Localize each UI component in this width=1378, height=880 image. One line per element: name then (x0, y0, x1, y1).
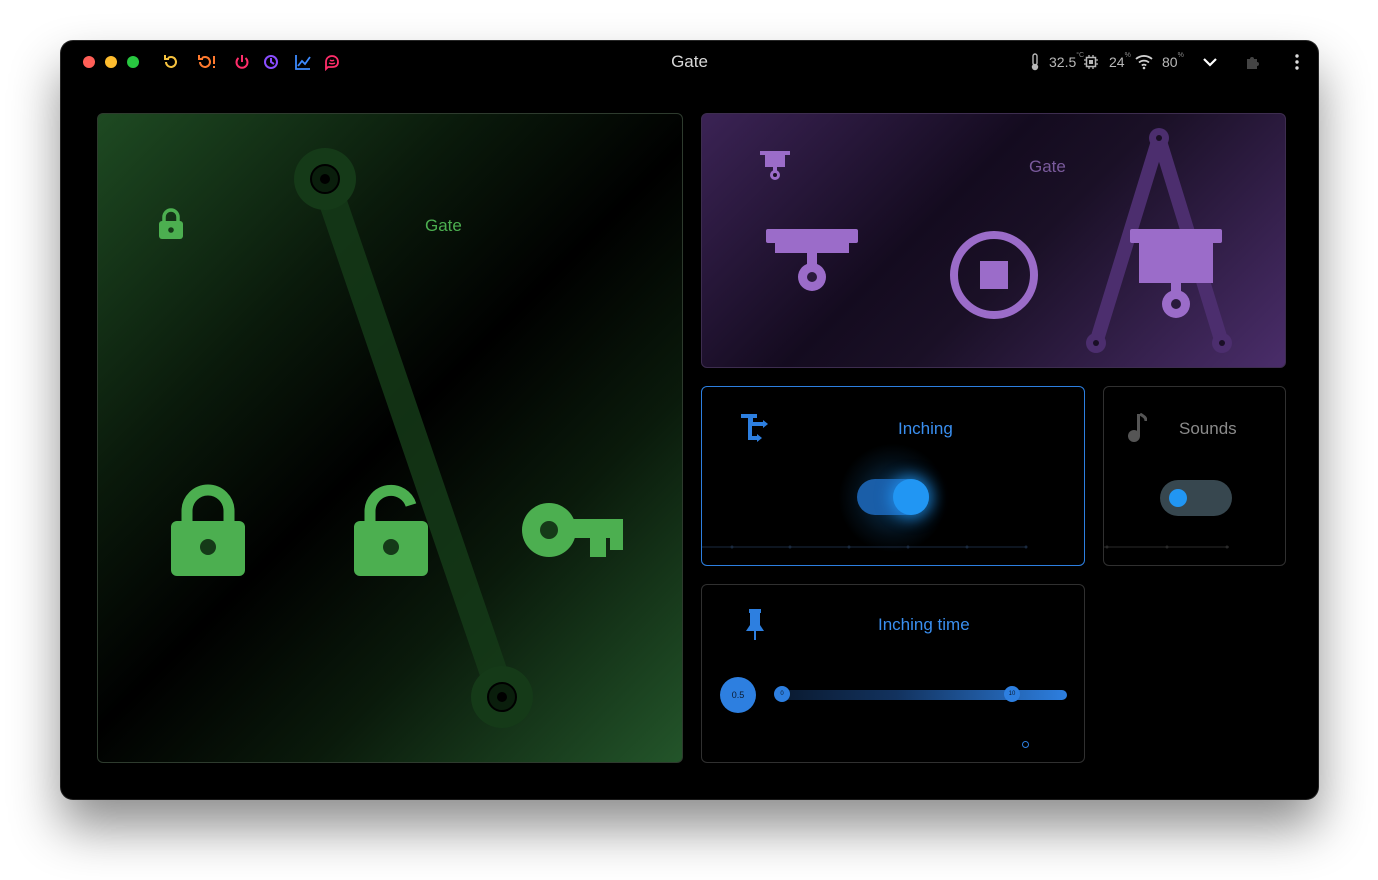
inching-time-value: 0.5 (731, 690, 745, 700)
temperature-value: 32.5 (1049, 54, 1077, 70)
key-button[interactable] (522, 502, 624, 565)
title-bar: Gate 32.5°C 24% 80% (61, 41, 1318, 83)
gate-card: Gate (701, 113, 1286, 368)
gate-state-icon (760, 151, 790, 186)
wifi-icon (1134, 52, 1154, 72)
sounds-card-baseline (1104, 545, 1229, 549)
gate-card-title: Gate (1029, 157, 1066, 176)
slider-max-label: 10 (1008, 691, 1016, 697)
inching-card-baseline (702, 545, 1028, 549)
wifi-readout: 80% (1162, 52, 1184, 70)
cpu-readout: 24% (1109, 52, 1131, 70)
inching-time-value-badge: 0.5 (720, 677, 756, 713)
app-window: Gate 32.5°C 24% 80% Gate Gate Inching So… (61, 41, 1318, 799)
pin-icon (745, 609, 765, 646)
cpu-unit: % (1124, 52, 1131, 60)
cpu-icon (1081, 52, 1101, 72)
lock-card-title: Gate (425, 216, 462, 235)
lock-button[interactable] (170, 481, 246, 582)
inching-time-title: Inching time (878, 615, 970, 634)
chevron-down-icon[interactable] (1200, 52, 1220, 72)
cpu-value: 24 (1109, 54, 1125, 70)
thermometer-icon (1028, 52, 1042, 72)
gate-close-button[interactable] (766, 229, 858, 298)
temperature-readout: 32.5°C (1049, 52, 1084, 70)
more-menu-icon[interactable] (1287, 52, 1307, 72)
inching-time-slider-track[interactable] (782, 690, 1067, 700)
slider-min-label: 0 (780, 691, 784, 697)
lock-card: Gate (97, 113, 683, 763)
inching-time-card: Inching time 0.5 0 10 (701, 584, 1085, 763)
inching-card: Inching (701, 386, 1085, 566)
wifi-value: 80 (1162, 54, 1178, 70)
slider-max-handle[interactable]: 10 (1004, 686, 1020, 702)
lock-card-background-arm (294, 148, 533, 728)
unlock-button[interactable] (353, 481, 429, 582)
gate-open-button[interactable] (1130, 229, 1222, 326)
wifi-unit: % (1177, 52, 1184, 60)
sounds-card: Sounds (1103, 386, 1286, 566)
slider-min-handle[interactable]: 0 (774, 686, 790, 702)
lock-state-icon (158, 208, 184, 245)
puzzle-icon[interactable] (1243, 52, 1263, 72)
page-indicator-dot[interactable] (1022, 741, 1029, 748)
stop-button[interactable] (948, 229, 1040, 326)
